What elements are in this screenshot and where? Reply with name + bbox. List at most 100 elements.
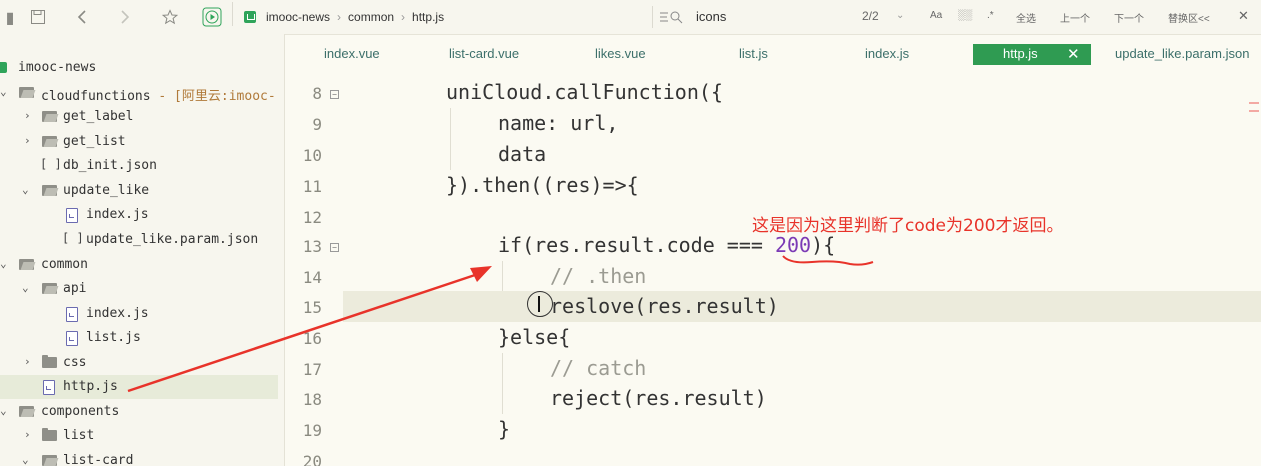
line-number: 11 — [302, 177, 322, 196]
tree-item-label: index.js — [86, 207, 149, 222]
tree-item-css[interactable]: › css — [0, 351, 284, 375]
tree-item-imooc-news[interactable]: imooc-news — [0, 56, 284, 80]
chevron-down-icon[interactable]: ⌄ — [896, 10, 904, 21]
tree-item-label: common — [41, 257, 88, 272]
back-icon[interactable] — [72, 7, 92, 27]
indent-guide — [450, 139, 451, 170]
breadcrumb-file[interactable]: http.js — [412, 10, 444, 24]
tree-item-http-js[interactable]: http.js — [0, 375, 278, 399]
close-icon[interactable]: ✕ — [1067, 45, 1080, 63]
search-input[interactable]: icons — [696, 9, 726, 24]
indent-guide — [502, 261, 503, 292]
chevron-down-icon[interactable]: ⌄ — [22, 281, 32, 294]
code-line: 20 — [290, 445, 1261, 466]
save-icon[interactable] — [28, 7, 48, 27]
json-icon: [ ] — [40, 157, 62, 171]
tab-likes-vue[interactable]: likes.vue — [595, 46, 646, 61]
indent-guide — [450, 108, 451, 139]
text-cursor-icon — [538, 296, 540, 312]
tree-item-list[interactable]: › list — [0, 424, 284, 448]
line-number: 15 — [302, 298, 322, 317]
code-text: ){ — [811, 233, 836, 257]
chevron-right-icon[interactable]: › — [24, 428, 34, 441]
chevron-down-icon[interactable]: ⌄ — [22, 453, 32, 466]
tree-item-label: get_label — [63, 109, 134, 124]
tree-item-get-label[interactable]: › get_label — [0, 105, 284, 129]
chevron-right-icon[interactable]: › — [24, 355, 34, 368]
code-editor[interactable]: 8 − uniCloud.callFunction({ 9 name: url,… — [290, 72, 1261, 466]
tab-list-js[interactable]: list.js — [739, 46, 768, 61]
breadcrumb: imooc-news › common › http.js — [232, 2, 444, 27]
tree-item-list-card[interactable]: ⌄ list-card — [0, 449, 284, 466]
indent-guide — [502, 353, 503, 384]
cloud-provider-annotation: - [阿里云:imooc- — [150, 89, 276, 104]
match-case-button[interactable]: Aa — [930, 10, 942, 21]
tree-item-components[interactable]: ⌄ components — [0, 400, 284, 424]
tab-http-js[interactable]: http.js ✕ — [973, 44, 1091, 65]
chevron-down-icon[interactable]: ⌄ — [0, 85, 10, 98]
scrollbar-marker[interactable] — [1249, 102, 1259, 104]
replace-toggle-button[interactable]: 替换区<< — [1168, 10, 1210, 25]
editor-tabs: index.vue list-card.vue likes.vue list.j… — [290, 42, 1261, 70]
tree-item-cloudfunctions[interactable]: ⌄ cloudfunctions - [阿里云:imooc- — [0, 81, 284, 105]
tree-item-api-index-js[interactable]: index.js — [0, 302, 284, 326]
select-all-button[interactable]: 全选 — [1016, 10, 1036, 25]
file-icon — [43, 380, 55, 395]
chevron-right-icon[interactable]: › — [24, 134, 34, 147]
fold-icon[interactable]: − — [330, 243, 339, 252]
line-number: 13 — [302, 237, 322, 256]
line-number: 12 — [302, 208, 322, 227]
find-bar: icons 2/2 ⌄ Aa ░░ .* 全选 上一个 下一个 替换区<< ✕ — [652, 6, 1254, 28]
uni-project-icon — [0, 62, 7, 73]
tree-item-update-like[interactable]: ⌄ update_like — [0, 179, 284, 203]
tree-item-label: components — [41, 404, 120, 419]
file-icon — [66, 307, 78, 322]
breadcrumb-project[interactable]: imooc-news — [266, 10, 330, 24]
code-line: 17 // catch — [290, 353, 1261, 384]
code-line: 9 name: url, — [290, 108, 1261, 139]
code-line: 19 } — [290, 414, 1261, 445]
tree-item-update-like-param-json[interactable]: [ ] update_like.param.json — [0, 228, 284, 252]
folder-icon — [42, 136, 57, 147]
tab-index-vue[interactable]: index.vue — [324, 46, 380, 61]
line-number: 17 — [302, 360, 322, 379]
panel-toggle-icon[interactable]: ▮ — [0, 7, 20, 27]
close-find-icon[interactable]: ✕ — [1238, 8, 1249, 24]
tab-list-card-vue[interactable]: list-card.vue — [449, 46, 519, 61]
tree-item-api[interactable]: ⌄ api — [0, 277, 284, 301]
fold-icon[interactable]: − — [330, 90, 339, 99]
search-icon[interactable] — [658, 9, 684, 28]
tree-item-db-init-json[interactable]: [ ] db_init.json — [0, 154, 284, 178]
chevron-right-icon[interactable]: › — [24, 109, 34, 122]
tab-update-like-param-json[interactable]: update_like.param.json — [1115, 46, 1249, 61]
chevron-down-icon[interactable]: ⌄ — [22, 183, 32, 196]
find-bar-divider — [652, 6, 653, 28]
regex-icon[interactable]: .* — [987, 10, 994, 21]
next-match-button[interactable]: 下一个 — [1114, 10, 1144, 25]
chevron-down-icon[interactable]: ⌄ — [0, 404, 10, 417]
prev-match-button[interactable]: 上一个 — [1060, 10, 1090, 25]
code-text: }else{ — [498, 325, 571, 349]
line-number: 18 — [302, 390, 322, 409]
tree-item-get-list[interactable]: › get_list — [0, 130, 284, 154]
run-icon[interactable] — [202, 7, 222, 27]
code-text: reject(res.result) — [550, 386, 767, 410]
tab-index-js[interactable]: index.js — [865, 46, 909, 61]
star-icon[interactable] — [160, 7, 180, 27]
file-icon — [66, 208, 78, 223]
forward-icon[interactable] — [115, 7, 135, 27]
line-number: 14 — [302, 268, 322, 287]
tree-item-list-js[interactable]: list.js — [0, 326, 284, 350]
folder-icon — [42, 355, 57, 368]
tree-item-index-js[interactable]: index.js — [0, 203, 284, 227]
scrollbar-marker[interactable] — [1249, 110, 1259, 112]
chevron-down-icon[interactable]: ⌄ — [0, 257, 10, 270]
whole-word-button[interactable]: ░░ — [958, 10, 972, 21]
folder-open-icon — [19, 87, 34, 98]
code-text: data — [498, 142, 547, 166]
tree-item-common[interactable]: ⌄ common — [0, 253, 284, 277]
folder-open-icon — [19, 259, 34, 270]
breadcrumb-folder[interactable]: common — [348, 10, 394, 24]
code-text: } — [498, 417, 511, 441]
current-line-highlight — [343, 291, 1261, 322]
